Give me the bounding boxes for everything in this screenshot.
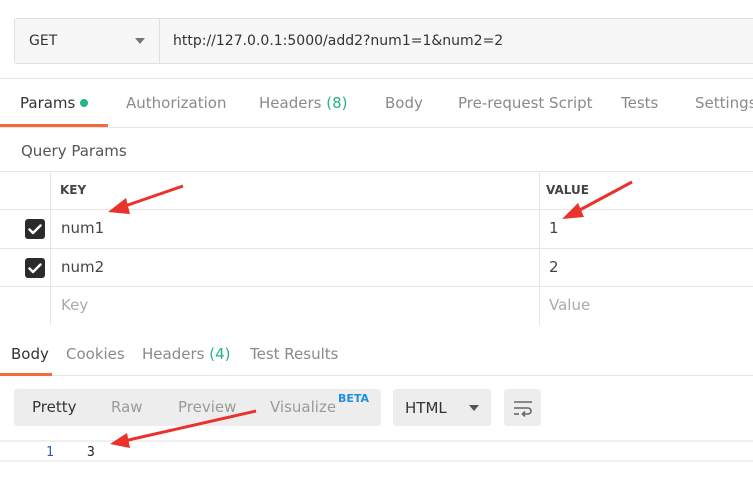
params-header-row: KEY VALUE [0,172,753,210]
beta-badge: BETA [338,392,370,405]
language-label: HTML [405,398,447,417]
format-visualize[interactable]: Visualize BETA [270,389,369,426]
table-row: num1 1 [0,210,753,249]
format-visualize-label: Visualize [270,398,337,416]
tab-headers[interactable]: Headers (8) [259,79,347,127]
params-table: KEY VALUE num1 1 num2 2 Key Value [0,171,753,325]
tab-tests[interactable]: Tests [621,79,658,127]
response-tab-headers[interactable]: Headers (4) [142,334,230,374]
format-raw[interactable]: Raw [111,389,143,426]
response-tabs: Body Cookies Headers (4) Test Results [0,334,753,376]
chevron-down-icon [135,38,145,44]
response-tab-body[interactable]: Body [11,334,49,374]
tab-headers-label: Headers [259,94,322,112]
key-placeholder[interactable]: Key [61,296,88,314]
param-value[interactable]: 1 [549,219,559,237]
param-key[interactable]: num2 [61,258,104,276]
response-tab-headers-label: Headers [142,345,205,363]
value-column-header: VALUE [546,183,589,197]
tab-body-label: Body [385,94,423,112]
tab-params[interactable]: Params [20,79,89,127]
row-checkbox[interactable] [25,219,45,239]
method-label: GET [29,33,58,49]
format-toggle-group: Pretty Raw Preview Visualize BETA [14,389,381,426]
response-text[interactable]: 3 [87,445,95,460]
method-select[interactable]: GET [15,19,160,63]
check-icon [28,223,42,234]
active-response-tab-underline [0,373,52,376]
response-tab-test-results-label: Test Results [250,345,339,363]
postman-window: GET Params Authorization Headers (8) Bod… [0,0,753,478]
response-tab-cookies-label: Cookies [66,345,125,363]
row-checkbox[interactable] [25,258,45,278]
active-tab-underline [0,124,108,127]
request-tabs: Params Authorization Headers (8) Body Pr… [0,78,753,128]
tab-params-label: Params [20,94,76,112]
tab-settings-label: Settings [695,94,753,112]
editor-line: 1 3 [0,440,753,462]
param-value[interactable]: 2 [549,258,559,276]
wrap-lines-icon [513,400,532,417]
line-number: 1 [46,445,54,460]
response-body: 1 3 [0,438,753,478]
response-tab-headers-count: (4) [209,345,231,363]
response-tab-body-label: Body [11,345,49,363]
response-tab-test-results[interactable]: Test Results [250,334,338,374]
response-tab-cookies[interactable]: Cookies [66,334,125,374]
tab-authorization-label: Authorization [126,94,227,112]
param-key[interactable]: num1 [61,219,104,237]
wrap-lines-button[interactable] [504,389,541,426]
language-select[interactable]: HTML [393,389,491,426]
query-params-title: Query Params [21,142,127,160]
params-active-dot-icon [80,99,89,107]
tab-authorization[interactable]: Authorization [126,79,226,127]
value-placeholder[interactable]: Value [549,296,590,314]
tab-tests-label: Tests [621,94,659,112]
url-input[interactable] [160,18,753,64]
key-column-header: KEY [60,183,87,197]
tab-body[interactable]: Body [385,79,423,127]
tab-settings[interactable]: Settings [695,79,753,127]
format-pretty[interactable]: Pretty [32,389,77,426]
check-icon [28,262,42,273]
tab-pre-request-script-label: Pre-request Script [458,94,593,112]
chevron-down-icon [469,404,479,411]
request-url-bar: GET [14,18,753,64]
format-preview[interactable]: Preview [178,389,236,426]
tab-headers-count: (8) [326,94,348,112]
tab-pre-request-script[interactable]: Pre-request Script [458,79,593,127]
new-param-row: Key Value [0,287,753,325]
table-row: num2 2 [0,249,753,287]
